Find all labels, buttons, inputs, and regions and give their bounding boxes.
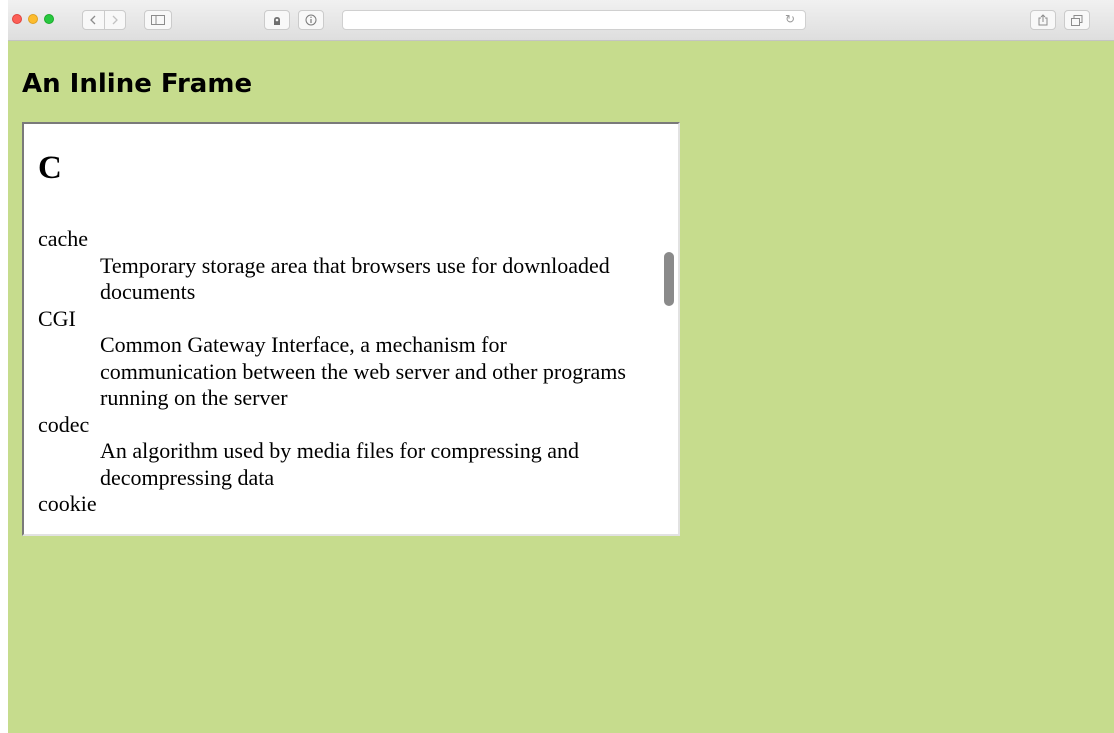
share-icon — [1038, 14, 1048, 26]
term: cookie — [38, 491, 97, 516]
address-bar[interactable]: ↻ — [342, 10, 806, 30]
chevron-left-icon — [90, 15, 96, 25]
iframe-scrollbar-thumb[interactable] — [664, 252, 674, 306]
extension-button[interactable] — [264, 10, 290, 30]
info-button[interactable] — [298, 10, 324, 30]
share-button[interactable] — [1030, 10, 1056, 30]
inline-frame[interactable]: C cache Temporary storage area that brow… — [22, 122, 680, 536]
extension-icon — [274, 16, 280, 25]
close-window-button[interactable] — [12, 14, 22, 24]
term: codec — [38, 411, 90, 437]
definition: Common Gateway Interface, a mechanism fo… — [100, 332, 626, 410]
forward-button[interactable] — [103, 11, 126, 29]
term: cache — [38, 226, 89, 251]
sidebar-button[interactable] — [144, 10, 172, 30]
info-icon — [305, 14, 317, 26]
maximize-window-button[interactable] — [44, 14, 54, 24]
browser-window: ↻ An Inline Frame C cache Temporary stor… — [8, 0, 1114, 733]
sidebar-icon — [151, 15, 165, 25]
tabs-button[interactable] — [1064, 10, 1090, 30]
definition: An algorithm used by media files for com… — [100, 438, 580, 490]
page-title: An Inline Frame — [22, 69, 253, 99]
navigation-buttons — [82, 10, 126, 30]
back-button[interactable] — [83, 11, 104, 29]
chevron-right-icon — [112, 15, 118, 25]
tabs-icon — [1071, 14, 1083, 26]
definition-list: cache Temporary storage area that browse… — [38, 226, 638, 518]
reload-icon[interactable]: ↻ — [785, 12, 795, 26]
term: CGI — [38, 305, 76, 331]
minimize-window-button[interactable] — [28, 14, 38, 24]
browser-toolbar: ↻ — [8, 0, 1114, 41]
iframe-heading: C — [38, 150, 62, 186]
definition: Temporary storage area that browsers use… — [100, 252, 610, 305]
